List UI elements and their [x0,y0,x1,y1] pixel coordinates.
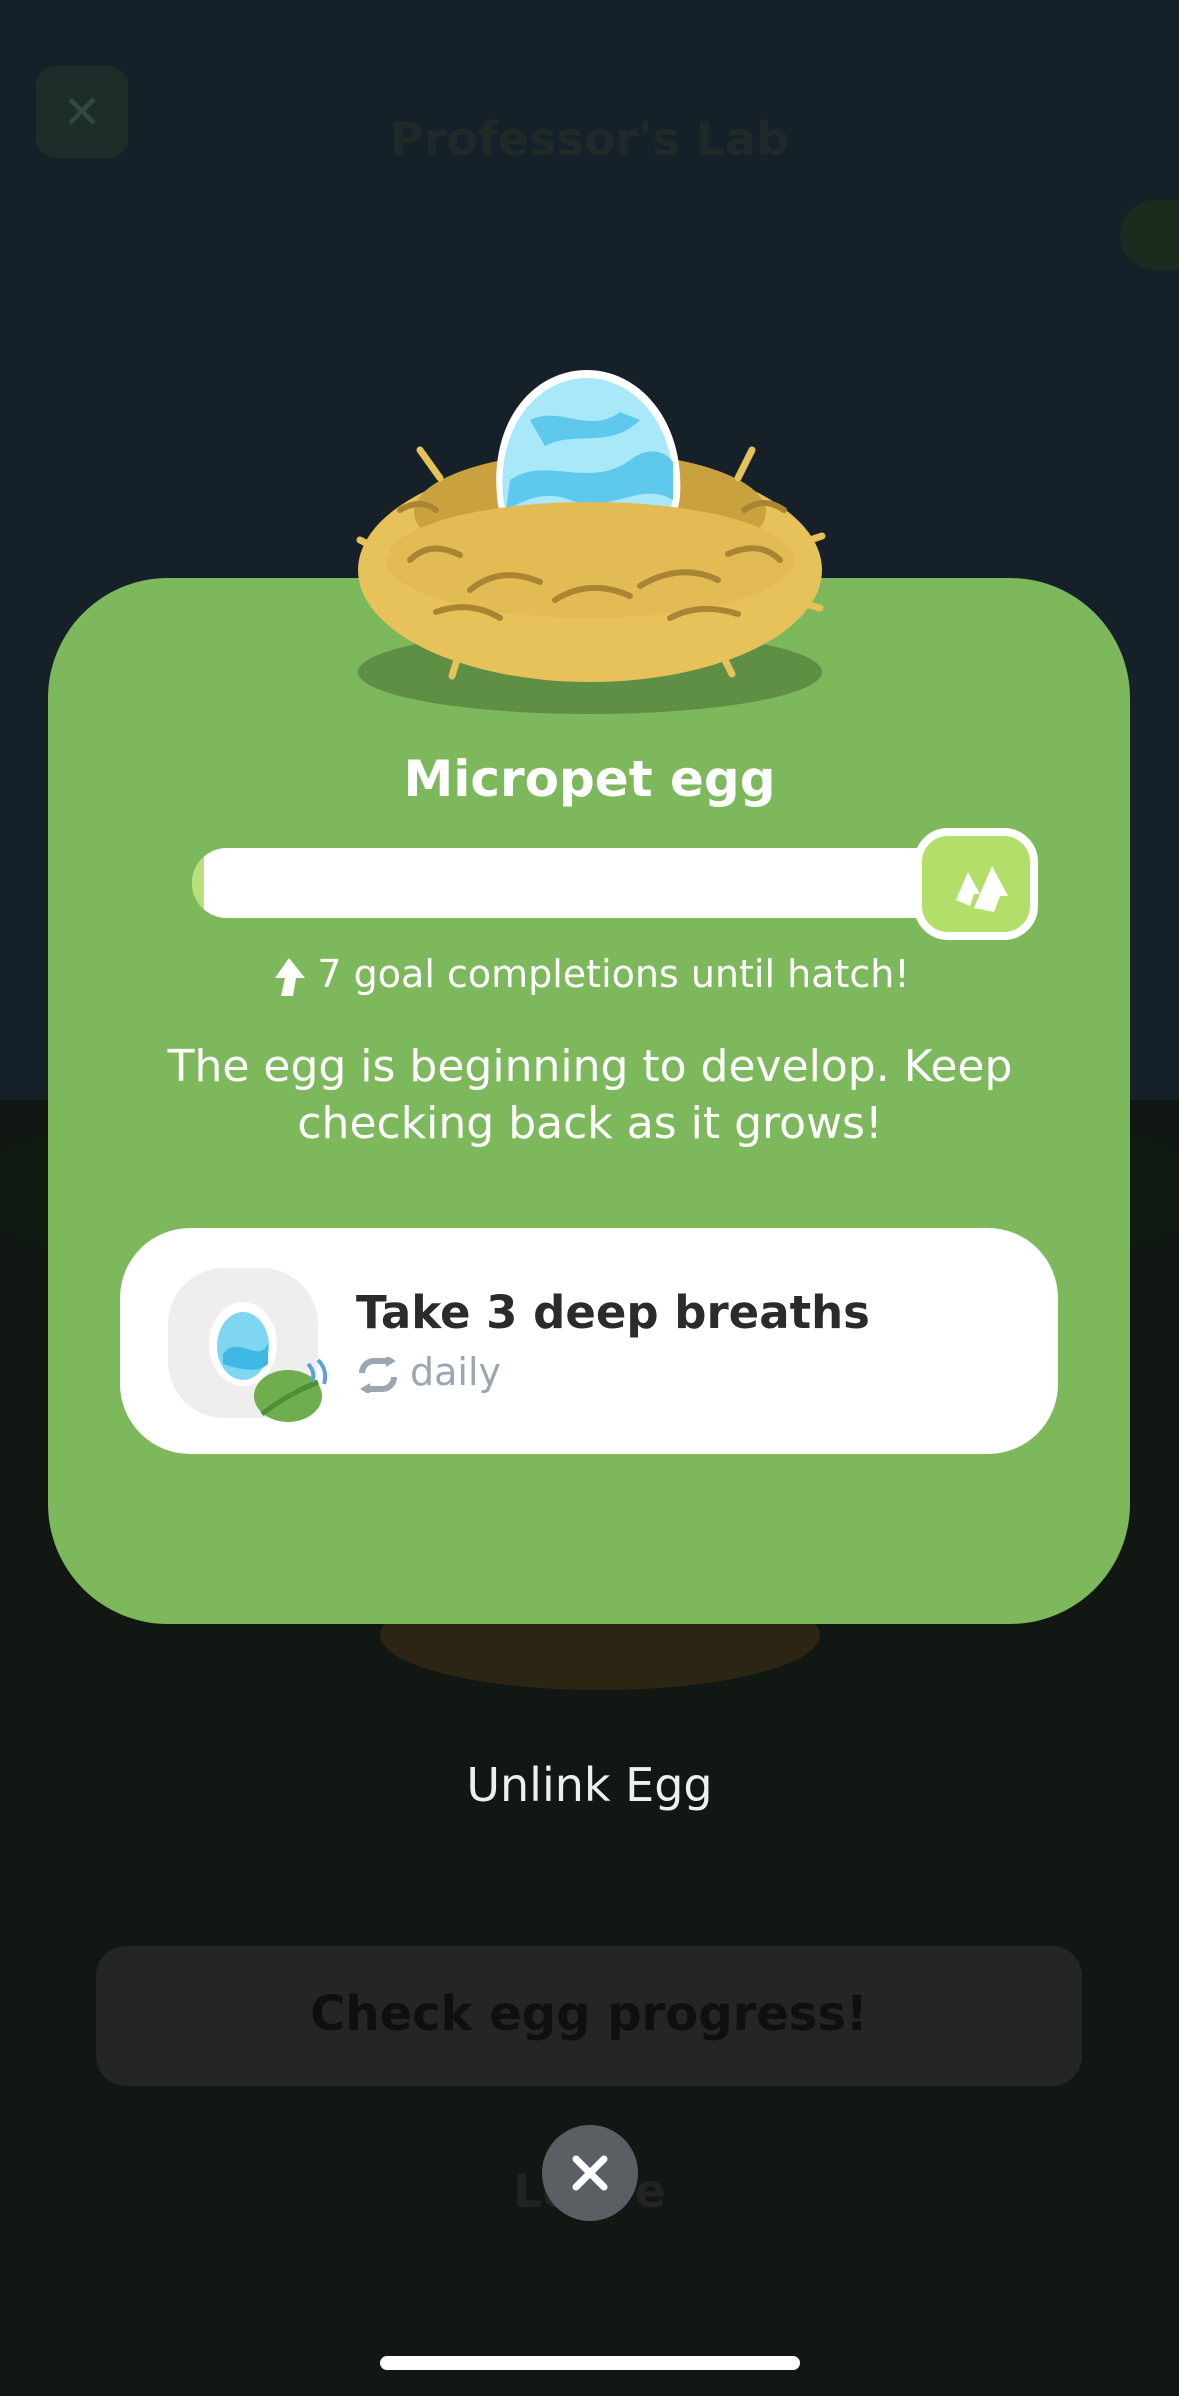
task-title: Take 3 deep breaths [356,1286,870,1339]
repeat-icon [359,1356,397,1393]
hatch-remaining-text: 7 goal completions until hatch! [317,952,910,996]
modal-title: Micropet egg [403,750,776,808]
background-title: Professor's Lab [389,112,790,166]
arrow-up-icon [275,957,306,996]
nest-egg-illustration [356,370,826,714]
task-frequency: daily [356,1350,501,1394]
hatch-remaining: 7 goal completions until hatch! [0,952,1179,998]
task-frequency-label: daily [410,1350,502,1394]
check-egg-progress-button: Check egg progress! [96,1946,1082,2086]
egg-task-icon [168,1268,328,1422]
progress-badge [914,828,1038,940]
unlink-egg-button[interactable]: Unlink Egg [0,1758,1179,1812]
hatch-progress-fill [192,848,205,918]
close-icon [572,2155,608,2191]
hatch-progress-bar [192,848,1022,918]
close-modal-button[interactable] [542,2125,638,2221]
egg-description: The egg is beginning to develop. Keep ch… [167,1041,1013,1149]
double-arrow-up-icon [956,866,1008,912]
home-indicator [380,2356,800,2370]
check-egg-progress-label: Check egg progress! [310,1986,868,2042]
linked-task-card[interactable]: Take 3 deep breaths daily [120,1228,1058,1454]
